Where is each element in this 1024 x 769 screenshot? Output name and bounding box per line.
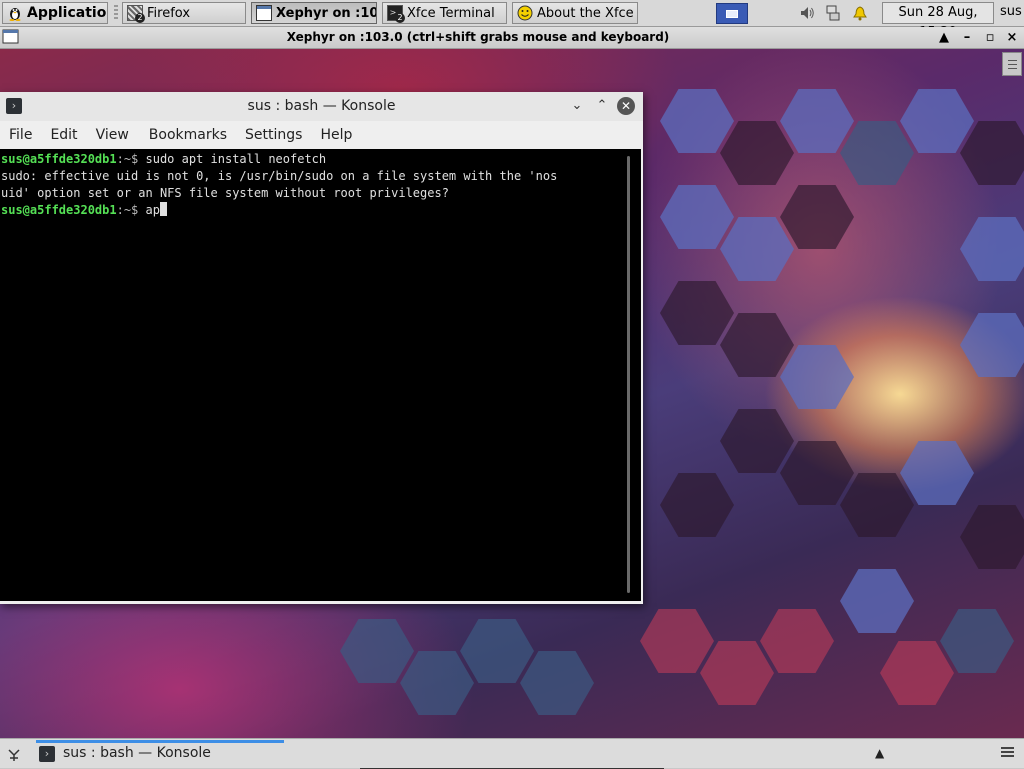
menu-edit[interactable]: Edit xyxy=(41,127,86,143)
close-button[interactable]: ✕ xyxy=(617,97,635,115)
konsole-menubar: File Edit View Bookmarks Settings Help xyxy=(0,121,643,149)
terminal-line: sudo: effective uid is not 0, is /usr/bi… xyxy=(1,169,558,183)
prompt-path: :~$ xyxy=(116,152,139,166)
panel-separator xyxy=(114,5,118,21)
xephyr-titlebar[interactable]: Xephyr on :103.0 (ctrl+shift grabs mouse… xyxy=(0,27,1024,49)
taskbar-label: sus : bash — Konsole xyxy=(63,745,211,761)
chevron-up-icon[interactable]: ▲ xyxy=(875,746,884,760)
workspace-switcher[interactable] xyxy=(716,3,748,24)
menu-settings[interactable]: Settings xyxy=(236,127,311,143)
prompt-user: sus@a5ffde320db1 xyxy=(1,203,117,217)
konsole-title: sus : bash — Konsole xyxy=(247,98,396,114)
bottom-panel: › sus : bash — Konsole ▲ xyxy=(0,738,1024,769)
network-icon[interactable] xyxy=(824,4,842,22)
shade-button[interactable]: ▲ xyxy=(935,29,953,47)
konsole-window: › sus : bash — Konsole ⌄ ⌃ ✕ File Edit V… xyxy=(0,92,643,604)
taskbar-about-xfce[interactable]: About the Xfce ... xyxy=(512,2,638,24)
active-indicator xyxy=(36,740,284,743)
tux-icon xyxy=(7,5,23,21)
menu-icon[interactable] xyxy=(1002,52,1022,76)
command-text: ap xyxy=(138,203,160,217)
konsole-titlebar[interactable]: › sus : bash — Konsole ⌄ ⌃ ✕ xyxy=(0,92,643,121)
xephyr-title: Xephyr on :103.0 (ctrl+shift grabs mouse… xyxy=(286,30,670,44)
taskbar-label: Firefox xyxy=(147,5,191,21)
activity-icon[interactable] xyxy=(6,746,22,762)
taskbar-label: Xfce Terminal xyxy=(407,5,495,21)
text-cursor xyxy=(159,202,167,216)
maximize-button[interactable]: ⌃ xyxy=(593,97,611,115)
command-text: sudo apt install neofetch xyxy=(138,152,327,166)
minimize-button[interactable]: – xyxy=(958,29,976,47)
taskbar-xephyr[interactable]: Xephyr on :10... xyxy=(251,2,377,24)
window-icon xyxy=(256,5,272,21)
taskbar-firefox[interactable]: 2 Firefox xyxy=(122,2,246,24)
prompt-path: :~$ xyxy=(116,203,139,217)
volume-icon[interactable] xyxy=(798,4,816,22)
clock[interactable]: Sun 28 Aug, 15:20 xyxy=(882,2,994,40)
terminal-scrollbar[interactable] xyxy=(627,156,630,593)
applications-label: Applications xyxy=(27,5,107,21)
taskbar-label: About the Xfce ... xyxy=(537,5,637,21)
terminal-line: sus@a5ffde320db1:~$ sudo apt install neo… xyxy=(1,151,641,168)
terminal-area[interactable]: sus@a5ffde320db1:~$ sudo apt install neo… xyxy=(0,149,641,601)
terminal-line: uid' option set or an NFS file system wi… xyxy=(1,186,449,200)
taskbar-label: Xephyr on :10... xyxy=(276,5,377,21)
menu-help[interactable]: Help xyxy=(311,127,361,143)
firefox-icon: 2 xyxy=(127,5,145,23)
taskbar-konsole[interactable]: › sus : bash — Konsole xyxy=(36,740,284,768)
menu-bookmarks[interactable]: Bookmarks xyxy=(138,127,236,143)
taskbar-xfce-terminal[interactable]: >_ 2 Xfce Terminal xyxy=(382,2,507,24)
close-button[interactable]: × xyxy=(1003,29,1021,47)
konsole-icon: › xyxy=(39,746,55,762)
window-count-badge: 2 xyxy=(395,13,405,23)
minimize-button[interactable]: ⌄ xyxy=(568,97,586,115)
terminal-icon: >_ 2 xyxy=(387,5,405,23)
top-panel: Applications 2 Firefox Xephyr on :10... … xyxy=(0,0,1024,40)
menu-file[interactable]: File xyxy=(0,127,41,143)
bell-icon[interactable] xyxy=(851,4,869,22)
user-name[interactable]: sus xyxy=(1000,4,1022,19)
terminal-line: sus@a5ffde320db1:~$ ap xyxy=(1,202,641,219)
prompt-user: sus@a5ffde320db1 xyxy=(1,152,117,166)
maximize-button[interactable]: ▫ xyxy=(981,29,999,47)
menu-icon[interactable] xyxy=(1001,745,1015,759)
menu-view[interactable]: View xyxy=(87,127,138,143)
window-count-badge: 2 xyxy=(135,13,145,23)
smiley-icon xyxy=(517,5,533,21)
applications-menu-button[interactable]: Applications xyxy=(2,2,108,24)
